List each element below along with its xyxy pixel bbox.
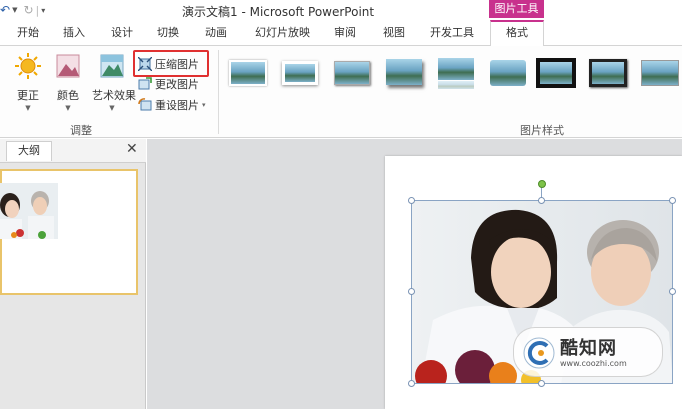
artistic-effects-icon — [100, 54, 124, 78]
resize-handle-top-left[interactable] — [408, 197, 415, 204]
customize-qat-icon[interactable]: ▾ — [41, 6, 45, 15]
undo-icon[interactable]: ↶ — [0, 3, 10, 17]
picture-style-soft-oval[interactable] — [486, 56, 530, 90]
slide-thumbnail[interactable] — [0, 169, 138, 295]
watermark: 酷知网 www.coozhi.com — [513, 327, 663, 377]
undo-dropdown-icon[interactable]: ▼ — [12, 6, 17, 14]
resize-handle-top-right[interactable] — [669, 197, 676, 204]
picture-tools-header: 图片工具 — [489, 0, 544, 18]
resize-handle-right[interactable] — [669, 288, 676, 295]
picture-style-simple-frame[interactable] — [226, 56, 270, 90]
color-label: 颜色 — [57, 89, 79, 102]
tab-review[interactable]: 审阅 — [334, 24, 356, 40]
picture-styles-group-label: 图片样式 — [520, 124, 564, 137]
color-button[interactable]: 颜色 ▼ — [50, 52, 86, 112]
artistic-effects-label: 艺术效果 — [92, 89, 136, 102]
tab-view[interactable]: 视图 — [383, 24, 405, 40]
corrections-button[interactable]: 更正 ▼ — [10, 52, 46, 112]
tab-slideshow[interactable]: 幻灯片放映 — [255, 24, 310, 40]
resize-handle-top[interactable] — [538, 197, 545, 204]
picture-color-icon — [56, 54, 80, 78]
compress-icon — [138, 57, 152, 71]
tab-developer[interactable]: 开发工具 — [430, 24, 474, 40]
compress-pictures-label: 压缩图片 — [155, 58, 199, 71]
coozhi-logo-icon — [523, 337, 555, 369]
pane-tab-strip: 大纲 ✕ — [0, 139, 146, 163]
rotate-handle[interactable] — [538, 180, 546, 188]
picture-style-black-frame[interactable] — [586, 56, 630, 90]
corrections-label: 更正 — [17, 89, 39, 102]
reset-picture-icon — [138, 98, 152, 111]
tab-design[interactable]: 设计 — [111, 24, 133, 40]
dropdown-arrow-icon: ▼ — [109, 104, 115, 112]
picture-style-plain[interactable] — [638, 56, 682, 90]
tab-format[interactable]: 格式 — [490, 20, 544, 46]
ribbon: 更正 ▼ 颜色 ▼ 艺术效果 ▼ 压缩图片 更改图片 重设图片 ▾ 调整 图片样… — [0, 46, 682, 138]
redo-icon[interactable]: ↻ — [23, 3, 33, 17]
picture-style-soft-edge[interactable] — [278, 56, 322, 90]
resize-handle-left[interactable] — [408, 288, 415, 295]
close-icon[interactable]: ✕ — [126, 141, 138, 157]
change-picture-label: 更改图片 — [155, 78, 199, 91]
picture-style-shadow[interactable] — [382, 56, 426, 90]
dropdown-arrow-icon: ▼ — [65, 104, 71, 112]
compress-pictures-button[interactable]: 压缩图片 — [138, 55, 199, 73]
window-title: 演示文稿1 - Microsoft PowerPoint — [182, 5, 375, 19]
dropdown-arrow-icon: ▼ — [25, 104, 31, 112]
group-separator — [218, 50, 219, 134]
tab-home[interactable]: 开始 — [17, 24, 39, 40]
resize-handle-bottom[interactable] — [538, 380, 545, 387]
dropdown-arrow-icon[interactable]: ▾ — [202, 101, 206, 109]
picture-style-black-thick-frame[interactable] — [534, 56, 578, 90]
picture-style-beveled[interactable] — [330, 56, 374, 90]
change-picture-icon — [138, 77, 152, 90]
artistic-effects-button[interactable]: 艺术效果 ▼ — [92, 52, 136, 112]
sun-icon — [15, 53, 41, 79]
watermark-brand: 酷知网 — [560, 338, 617, 359]
title-bar: ↶ ▼ ↻ | ▾ 演示文稿1 - Microsoft PowerPoint 图… — [0, 0, 682, 20]
adjust-group-label: 调整 — [70, 124, 92, 137]
resize-handle-bottom-left[interactable] — [408, 380, 415, 387]
watermark-url: www.coozhi.com — [560, 359, 627, 368]
tab-insert[interactable]: 插入 — [63, 24, 85, 40]
tab-transitions[interactable]: 切换 — [157, 24, 179, 40]
reset-picture-button[interactable]: 重设图片 ▾ — [138, 96, 206, 114]
thumbnail-picture — [0, 183, 58, 239]
tab-outline[interactable]: 大纲 — [6, 141, 52, 161]
picture-style-reflected[interactable] — [434, 56, 478, 90]
quick-access-toolbar: ↶ ▼ ↻ | ▾ — [0, 1, 45, 19]
separator: | — [35, 3, 40, 17]
change-picture-button[interactable]: 更改图片 — [138, 75, 199, 93]
reset-picture-label: 重设图片 — [155, 99, 199, 112]
slides-outline-pane: 大纲 ✕ — [0, 139, 146, 409]
ribbon-tabs: 开始 插入 设计 切换 动画 幻灯片放映 审阅 视图 开发工具 格式 — [0, 20, 682, 46]
tab-animations[interactable]: 动画 — [205, 24, 227, 40]
